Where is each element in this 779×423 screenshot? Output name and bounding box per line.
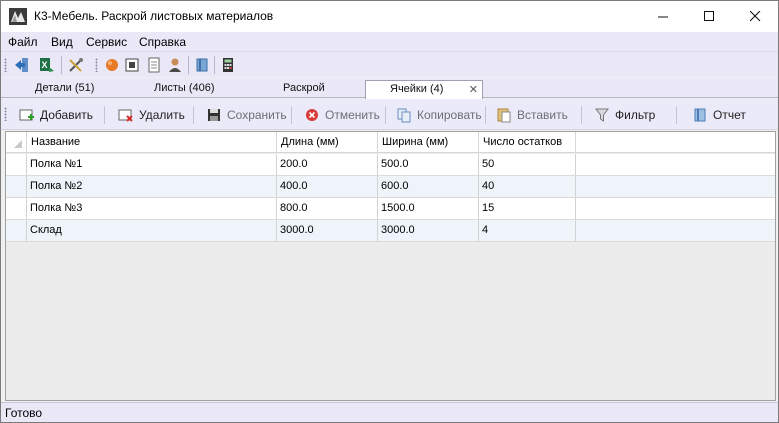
menu-help[interactable]: Справка — [139, 35, 186, 49]
add-label: Добавить — [40, 108, 94, 122]
cell-width[interactable]: 1500.0 — [378, 198, 479, 219]
report-button[interactable]: Отчет — [691, 104, 746, 126]
cancel-label: Отменить — [325, 108, 380, 122]
toolbar-grip-2[interactable] — [95, 58, 98, 72]
report-icon — [691, 106, 709, 124]
svg-text:X: X — [42, 60, 48, 70]
app-logo-icon — [9, 8, 27, 25]
back-arrow-icon[interactable] — [13, 56, 31, 74]
cancel-button[interactable]: Отменить — [303, 104, 380, 126]
frame-icon[interactable] — [123, 56, 141, 74]
paste-button[interactable]: Вставить — [495, 104, 568, 126]
add-button[interactable]: Добавить — [18, 104, 93, 126]
cells-table: Название Длина (мм) Ширина (мм) Число ос… — [5, 131, 776, 401]
filter-button[interactable]: Фильтр — [593, 104, 655, 126]
tab-cells-label: Ячейки (4) — [390, 83, 444, 95]
minimize-button[interactable] — [640, 1, 686, 32]
cell-length[interactable]: 800.0 — [277, 198, 378, 219]
book-icon[interactable] — [193, 56, 211, 74]
tab-close-icon[interactable]: ✕ — [469, 83, 478, 96]
cell-remainders[interactable]: 50 — [479, 154, 576, 175]
tab-strip: Детали (51) Листы (406) Раскрой Ячейки (… — [1, 78, 778, 99]
delete-icon — [117, 106, 135, 124]
row-selector[interactable] — [6, 176, 27, 197]
column-header-width[interactable]: Ширина (мм) — [378, 132, 479, 153]
window-title: К3-Мебель. Раскрой листовых материалов — [34, 9, 274, 23]
user-icon[interactable] — [166, 56, 184, 74]
corner-triangle-icon — [14, 140, 22, 148]
row-selector[interactable] — [6, 220, 27, 241]
toolbar-grip[interactable] — [4, 58, 7, 72]
app-window: К3-Мебель. Раскрой листовых материалов Ф… — [0, 0, 779, 423]
cell-width[interactable]: 600.0 — [378, 176, 479, 197]
tab-sheets[interactable]: Листы (406) — [154, 82, 215, 98]
menu-service[interactable]: Сервис — [86, 35, 127, 49]
report-label: Отчет — [713, 108, 746, 122]
close-button[interactable] — [732, 1, 778, 32]
cell-length[interactable]: 3000.0 — [277, 220, 378, 241]
row-selector[interactable] — [6, 154, 27, 175]
title-bar: К3-Мебель. Раскрой листовых материалов — [1, 1, 778, 32]
delete-label: Удалить — [139, 108, 185, 122]
cell-length[interactable]: 400.0 — [277, 176, 378, 197]
cell-length[interactable]: 200.0 — [277, 154, 378, 175]
table-row[interactable]: Полка №3 800.0 1500.0 15 — [6, 198, 775, 220]
calculator-icon[interactable] — [219, 56, 237, 74]
table-row[interactable]: Полка №1 200.0 500.0 50 — [6, 154, 775, 176]
table-row[interactable]: Склад 3000.0 3000.0 4 — [6, 220, 775, 242]
close-icon — [749, 11, 760, 22]
cancel-icon — [303, 106, 321, 124]
menu-view[interactable]: Вид — [51, 35, 73, 49]
cell-name[interactable]: Полка №3 — [27, 198, 277, 219]
menu-file[interactable]: Файл — [8, 35, 38, 49]
cell-name[interactable]: Полка №2 — [27, 176, 277, 197]
tab-cutting[interactable]: Раскрой — [283, 82, 325, 98]
save-button[interactable]: Сохранить — [205, 104, 287, 126]
row-selector[interactable] — [6, 198, 27, 219]
cell-name[interactable]: Полка №1 — [27, 154, 277, 175]
delete-button[interactable]: Удалить — [117, 104, 185, 126]
copy-label: Копировать — [417, 108, 482, 122]
column-header-name[interactable]: Название — [27, 132, 277, 153]
action-toolbar: Добавить Удалить Сохранить Отменить Копи… — [1, 99, 778, 130]
filter-label: Фильтр — [615, 108, 656, 122]
copy-icon — [395, 106, 413, 124]
cell-remainders[interactable]: 4 — [479, 220, 576, 241]
column-header-length[interactable]: Длина (мм) — [277, 132, 378, 153]
maximize-icon — [703, 11, 714, 21]
filter-icon — [593, 106, 611, 124]
copy-button[interactable]: Копировать — [395, 104, 482, 126]
tools-icon[interactable] — [67, 56, 85, 74]
status-text: Готово — [5, 406, 43, 420]
tab-details[interactable]: Детали (51) — [35, 82, 94, 98]
page-icon[interactable] — [145, 56, 163, 74]
column-header-remainders[interactable]: Число остатков — [479, 132, 576, 153]
ball-icon[interactable] — [103, 56, 121, 74]
menu-bar: Файл Вид Сервис Справка — [1, 32, 778, 51]
cell-remainders[interactable]: 15 — [479, 198, 576, 219]
cell-name[interactable]: Склад — [27, 220, 277, 241]
paste-icon — [495, 106, 513, 124]
minimize-icon — [657, 16, 668, 18]
cell-width[interactable]: 3000.0 — [378, 220, 479, 241]
status-bar: Готово — [1, 402, 778, 422]
cell-remainders[interactable]: 40 — [479, 176, 576, 197]
icon-toolbar: X — [1, 51, 778, 77]
cell-width[interactable]: 500.0 — [378, 154, 479, 175]
maximize-button[interactable] — [686, 1, 732, 32]
table-header: Название Длина (мм) Ширина (мм) Число ос… — [6, 132, 775, 153]
table-corner[interactable] — [6, 132, 27, 153]
tab-cells[interactable]: Ячейки (4) ✕ — [365, 80, 483, 99]
table-row[interactable]: Полка №2 400.0 600.0 40 — [6, 176, 775, 198]
action-toolbar-grip[interactable] — [4, 107, 7, 121]
save-label: Сохранить — [227, 108, 287, 122]
add-icon — [18, 106, 36, 124]
paste-label: Вставить — [517, 108, 568, 122]
save-icon — [205, 106, 223, 124]
excel-icon[interactable]: X — [38, 56, 56, 74]
